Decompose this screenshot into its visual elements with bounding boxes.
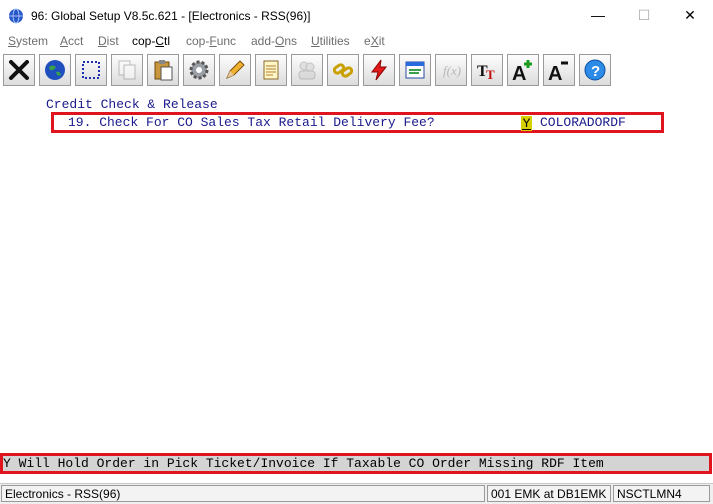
menu-add-ons[interactable]: add-Ons xyxy=(251,34,297,48)
minimize-button[interactable]: — xyxy=(575,0,621,31)
close-x-button[interactable] xyxy=(3,54,35,86)
svg-text:T: T xyxy=(486,67,495,82)
close-x-icon xyxy=(9,60,29,80)
lightning-bolt-icon xyxy=(371,59,388,81)
menu-acct[interactable]: Acct xyxy=(60,34,83,48)
font-decrease-icon: A xyxy=(548,61,568,82)
menu-system[interactable]: System xyxy=(8,34,48,48)
edit-button[interactable] xyxy=(219,54,251,86)
app-globe-icon xyxy=(9,8,23,24)
help-text: Y Will Hold Order in Pick Ticket/Invoice… xyxy=(3,456,604,471)
help-line: Y Will Hold Order in Pick Ticket/Invoice… xyxy=(0,453,712,474)
highlighted-question-row: 19. Check For CO Sales Tax Retail Delive… xyxy=(51,112,664,133)
report-window-icon xyxy=(405,61,425,79)
clipboard-icon xyxy=(154,60,173,81)
globe-icon xyxy=(45,60,65,80)
users-button[interactable] xyxy=(291,54,323,86)
question-label: 19. Check For CO Sales Tax Retail Delive… xyxy=(68,115,435,130)
copy-icon xyxy=(118,60,136,80)
close-button[interactable]: ✕ xyxy=(667,0,713,31)
question-value-field[interactable]: Y xyxy=(521,116,532,131)
menu-bar: System Acct Dist cop-Ctl cop-Func add-On… xyxy=(0,31,713,51)
title-bar: 96: Global Setup V8.5c.621 - [Electronic… xyxy=(0,0,713,31)
notepad-icon xyxy=(263,60,279,80)
function-button[interactable]: f(x) xyxy=(435,54,467,86)
question-code: COLORADORDF xyxy=(540,115,626,130)
window-title: 96: Global Setup V8.5c.621 - [Electronic… xyxy=(31,9,311,23)
gear-icon xyxy=(189,60,209,80)
users-icon xyxy=(298,61,316,80)
svg-text:A: A xyxy=(548,63,562,82)
status-program: NSCTLMN4 xyxy=(613,485,710,502)
function-icon: f(x) xyxy=(443,63,461,78)
toolbar: f(x) TT A A ? xyxy=(0,51,713,89)
font-decrease-button[interactable]: A xyxy=(543,54,575,86)
lightning-button[interactable] xyxy=(363,54,395,86)
font-increase-icon: A xyxy=(512,60,532,82)
settings-button[interactable] xyxy=(183,54,215,86)
menu-cop-func[interactable]: cop-Func xyxy=(186,34,236,48)
maximize-button[interactable]: ☐ xyxy=(621,0,667,31)
menu-dist[interactable]: Dist xyxy=(98,34,119,48)
text-format-icon: TT xyxy=(477,63,495,82)
pencil-icon xyxy=(226,60,245,79)
svg-text:?: ? xyxy=(591,63,600,80)
menu-utilities[interactable]: Utilities xyxy=(311,34,350,48)
notepad-button[interactable] xyxy=(255,54,287,86)
links-button[interactable] xyxy=(327,54,359,86)
globe-button[interactable] xyxy=(39,54,71,86)
report-window-button[interactable] xyxy=(399,54,431,86)
status-user: 001 EMK at DB1EMK xyxy=(487,485,611,502)
paste-button[interactable] xyxy=(147,54,179,86)
dotted-select-icon xyxy=(82,61,100,79)
chain-link-icon xyxy=(332,63,354,78)
text-format-button[interactable]: TT xyxy=(471,54,503,86)
status-company: Electronics - RSS(96) xyxy=(1,485,485,502)
select-region-button[interactable] xyxy=(75,54,107,86)
copy-button[interactable] xyxy=(111,54,143,86)
menu-exit[interactable]: eXit xyxy=(364,34,385,48)
status-bar: Electronics - RSS(96) 001 EMK at DB1EMK … xyxy=(0,483,713,504)
section-title: Credit Check & Release xyxy=(46,97,218,112)
menu-cop-ctl[interactable]: cop-Ctl xyxy=(132,34,170,48)
help-question-icon: ? xyxy=(584,59,606,81)
content-area: Credit Check & Release 19. Check For CO … xyxy=(0,89,713,483)
help-button[interactable]: ? xyxy=(579,54,611,86)
svg-text:f(x): f(x) xyxy=(443,63,461,78)
svg-text:A: A xyxy=(512,63,526,82)
font-increase-button[interactable]: A xyxy=(507,54,539,86)
